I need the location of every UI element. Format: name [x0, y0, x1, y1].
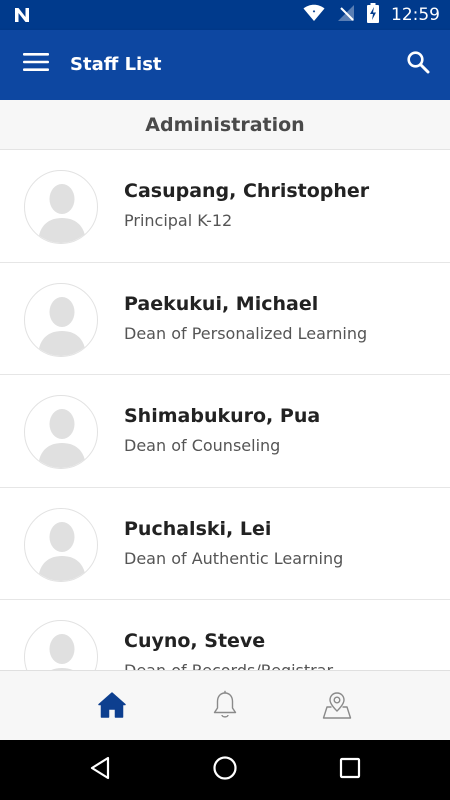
person-placeholder-icon: [38, 184, 86, 243]
staff-row[interactable]: Shimabukuro, Pua Dean of Counseling: [0, 375, 450, 488]
person-placeholder-icon: [38, 521, 86, 581]
menu-button[interactable]: [14, 42, 58, 86]
nav-notifications-button[interactable]: [203, 685, 247, 729]
search-icon: [406, 50, 430, 78]
avatar: [24, 170, 98, 244]
section-header: Administration: [0, 100, 450, 150]
person-placeholder-icon: [38, 409, 86, 468]
recents-square-icon: [339, 757, 361, 783]
person-placeholder-icon: [49, 634, 75, 670]
back-triangle-icon: [89, 756, 111, 784]
n-notification-icon: [12, 5, 32, 25]
status-time: 12:59: [391, 5, 440, 25]
staff-row[interactable]: Paekukui, Michael Dean of Personalized L…: [0, 263, 450, 375]
no-signal-icon: [337, 4, 355, 26]
system-home-button[interactable]: [203, 748, 247, 792]
staff-name: Shimabukuro, Pua: [124, 405, 321, 427]
staff-name: Puchalski, Lei: [124, 517, 272, 540]
staff-name: Casupang, Christopher: [124, 180, 370, 202]
status-bar: 12:59: [0, 0, 450, 30]
staff-role: Dean of Authentic Learning: [124, 548, 344, 568]
system-recents-button[interactable]: [328, 748, 372, 792]
avatar: [24, 282, 98, 357]
nav-map-button[interactable]: [315, 685, 359, 729]
nav-home-button[interactable]: [90, 685, 134, 729]
home-circle-icon: [212, 755, 238, 785]
staff-row[interactable]: Puchalski, Lei Dean of Authentic Learnin…: [0, 488, 450, 600]
page-title: Staff List: [70, 54, 162, 75]
map-location-icon: [322, 690, 352, 724]
notifications-bell-icon: [211, 690, 239, 724]
staff-role: Dean of Personalized Learning: [124, 323, 368, 343]
avatar: [24, 507, 98, 582]
app-bar: Staff List: [0, 30, 450, 100]
staff-role: Principal K-12: [124, 211, 233, 230]
staff-list[interactable]: Casupang, Christopher Principal K-12 Pae…: [0, 150, 450, 670]
staff-role: Dean of Counseling: [124, 436, 281, 455]
section-title: Administration: [145, 113, 305, 136]
person-placeholder-icon: [38, 296, 86, 356]
staff-name: Paekukui, Michael: [124, 292, 319, 315]
staff-role: Dean of Records/Registrar: [124, 661, 333, 670]
bottom-nav: [0, 670, 450, 740]
avatar: [24, 620, 98, 670]
search-button[interactable]: [396, 42, 440, 86]
staff-row[interactable]: Casupang, Christopher Principal K-12: [0, 150, 450, 263]
avatar: [24, 395, 98, 469]
system-back-button[interactable]: [78, 748, 122, 792]
staff-name: Cuyno, Steve: [124, 630, 266, 652]
home-icon: [97, 691, 127, 723]
staff-row[interactable]: Cuyno, Steve Dean of Records/Registrar: [0, 600, 450, 670]
system-nav-bar: [0, 740, 450, 800]
wifi-icon: [303, 4, 325, 26]
battery-charging-icon: [367, 3, 379, 27]
hamburger-menu-icon: [23, 52, 49, 76]
